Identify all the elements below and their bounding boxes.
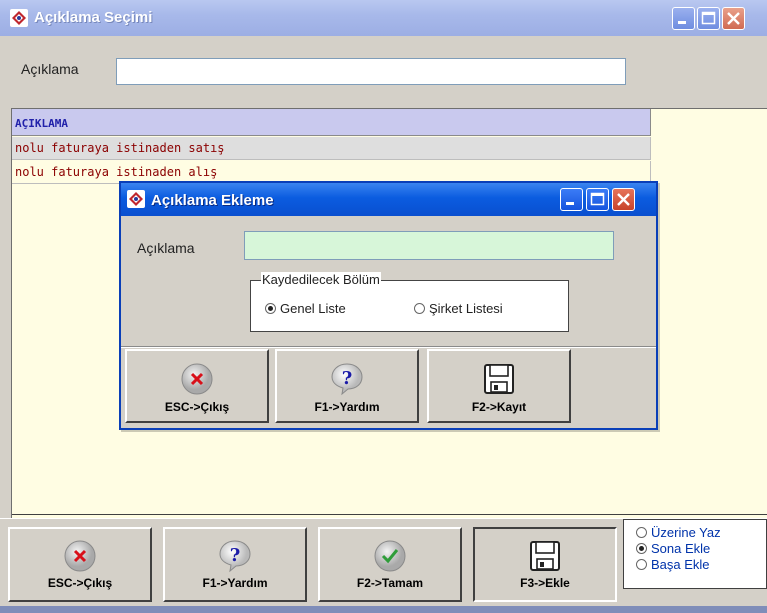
dialog-field-label: Açıklama <box>137 240 195 256</box>
radio-unchecked-icon <box>636 526 647 538</box>
radio-checked-icon <box>265 302 276 314</box>
minimize-icon <box>678 21 686 24</box>
dialog-save-button[interactable]: F2->Kayıt <box>427 349 571 423</box>
grid-cell: nolu faturaya istinaden satış <box>15 141 225 155</box>
grid-row[interactable]: nolu faturaya istinaden satış <box>12 137 651 160</box>
company-list-label: Şirket Listesi <box>429 300 503 316</box>
help-button-label: F1->Yardım <box>202 576 268 590</box>
maximize-icon <box>590 192 605 206</box>
grid-bottom-border <box>12 514 767 515</box>
main-titlebar[interactable]: Açıklama Seçimi <box>0 0 767 36</box>
dialog-exit-button[interactable]: ESC->Çıkış <box>125 349 269 423</box>
dialog-title: Açıklama Ekleme <box>151 192 274 209</box>
question-bubble-icon: ? <box>331 363 363 396</box>
exit-button[interactable]: ESC->Çıkış <box>8 527 152 602</box>
insert-mode-overwrite-label: Üzerine Yaz <box>651 524 721 540</box>
question-bubble-icon: ? <box>219 540 251 573</box>
svg-text:?: ? <box>342 368 353 389</box>
company-list-radio[interactable]: Şirket Listesi <box>414 300 503 316</box>
filter-label: Açıklama <box>21 61 79 77</box>
grid-cell: nolu faturaya istinaden alış <box>15 165 218 179</box>
ok-button[interactable]: F2->Tamam <box>318 527 462 602</box>
filter-row: Açıklama <box>0 36 767 108</box>
main-window-title: Açıklama Seçimi <box>34 9 153 26</box>
dialog-minimize-button[interactable] <box>560 188 583 211</box>
radio-checked-icon <box>636 542 647 554</box>
dialog-exit-label: ESC->Çıkış <box>164 400 230 414</box>
add-description-dialog: Açıklama Ekleme Açıklama Kaydedilecek Bö… <box>119 181 658 430</box>
dialog-close-button[interactable] <box>612 188 635 211</box>
general-list-label: Genel Liste <box>280 300 346 316</box>
grid-header[interactable]: AÇIKLAMA <box>12 109 651 136</box>
general-list-radio[interactable]: Genel Liste <box>265 300 346 316</box>
dialog-separator <box>121 346 656 348</box>
minimize-button[interactable] <box>672 7 695 30</box>
svg-text:?: ? <box>230 545 241 566</box>
insert-mode-group: Üzerine Yaz Sona Ekle Başa Ekle <box>623 519 767 589</box>
minimize-icon <box>566 202 574 205</box>
dialog-description-input[interactable] <box>244 231 614 260</box>
close-circle-icon <box>64 540 96 572</box>
maximize-icon <box>701 11 716 25</box>
close-window-button[interactable] <box>722 7 745 30</box>
dialog-maximize-button[interactable] <box>586 188 609 211</box>
radio-unchecked-icon <box>636 558 647 570</box>
insert-mode-append-label: Sona Ekle <box>651 540 711 556</box>
floppy-disk-icon <box>484 364 514 394</box>
dialog-help-button[interactable]: ? F1->Yardım <box>275 349 419 423</box>
add-button[interactable]: F3->Ekle <box>473 527 617 602</box>
dialog-titlebar[interactable]: Açıklama Ekleme <box>121 183 656 216</box>
floppy-disk-icon <box>530 541 560 571</box>
radio-unchecked-icon <box>414 302 425 314</box>
close-circle-icon <box>181 363 213 395</box>
app-logo-icon <box>10 9 28 27</box>
save-section-legend: Kaydedilecek Bölüm <box>261 272 381 287</box>
ok-button-label: F2->Tamam <box>356 576 424 590</box>
dialog-help-label: F1->Yardım <box>314 400 380 414</box>
add-button-label: F3->Ekle <box>520 576 570 590</box>
exit-button-label: ESC->Çıkış <box>47 576 113 590</box>
help-button[interactable]: ? F1->Yardım <box>163 527 307 602</box>
insert-mode-prepend-label: Başa Ekle <box>651 556 710 572</box>
dialog-save-label: F2->Kayıt <box>471 400 527 414</box>
insert-mode-overwrite[interactable]: Üzerine Yaz <box>636 524 721 540</box>
app-logo-icon <box>127 190 145 208</box>
checkmark-circle-icon <box>374 540 406 572</box>
close-icon <box>727 12 740 25</box>
filter-input[interactable] <box>116 58 626 85</box>
insert-mode-prepend[interactable]: Başa Ekle <box>636 556 710 572</box>
insert-mode-append[interactable]: Sona Ekle <box>636 540 711 556</box>
close-icon <box>617 193 630 206</box>
save-section-group: Kaydedilecek Bölüm Genel Liste Şirket Li… <box>250 272 569 332</box>
grid-header-label: AÇIKLAMA <box>15 117 68 130</box>
maximize-button[interactable] <box>697 7 720 30</box>
